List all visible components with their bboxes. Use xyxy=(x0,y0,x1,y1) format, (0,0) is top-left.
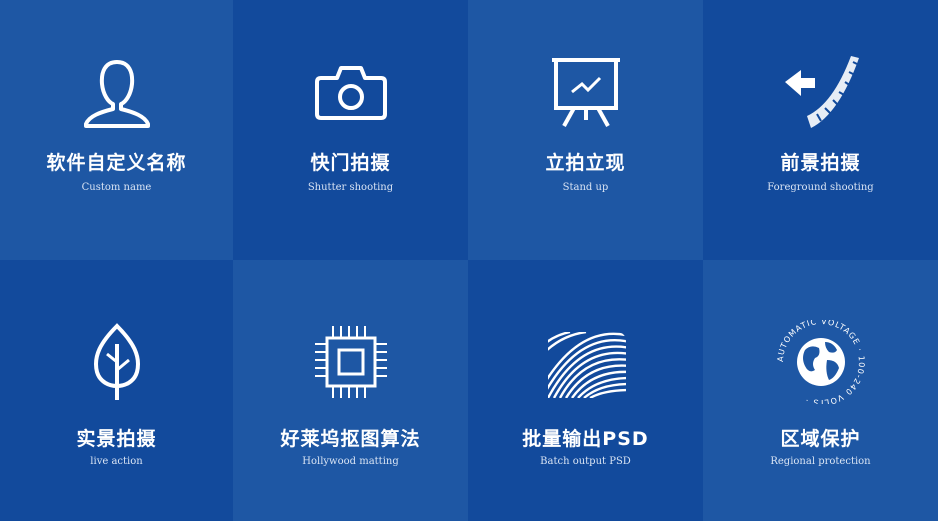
camera-icon xyxy=(311,54,391,134)
feature-subtitle: Batch output PSD xyxy=(540,456,631,467)
feature-grid: 软件自定义名称 Custom name 快门拍摄 Shutter shootin… xyxy=(0,0,938,521)
user-icon xyxy=(77,54,157,134)
feature-tile-foreground: 前景拍摄 Foreground shooting xyxy=(703,0,938,260)
feature-subtitle: Stand up xyxy=(562,182,609,193)
feature-tile-batch-psd: 批量输出PSD Batch output PSD xyxy=(468,260,703,521)
feature-title: 好莱坞抠图算法 xyxy=(280,428,421,450)
feature-title: 快门拍摄 xyxy=(310,152,391,174)
feature-tile-hollywood-matting: 好莱坞抠图算法 Hollywood matting xyxy=(233,260,468,521)
feature-tile-stand-up: 立拍立现 Stand up xyxy=(468,0,703,260)
feature-tile-custom-name: 软件自定义名称 Custom name xyxy=(0,0,233,260)
feature-title: 软件自定义名称 xyxy=(46,152,187,174)
feature-title: 实景拍摄 xyxy=(76,428,157,450)
feature-title: 立拍立现 xyxy=(545,152,626,174)
feature-subtitle: Custom name xyxy=(81,182,152,193)
feature-tile-live-action: 实景拍摄 live action xyxy=(0,260,233,521)
feature-title: 前景拍摄 xyxy=(780,152,861,174)
leaf-icon xyxy=(77,322,157,402)
feature-subtitle: Hollywood matting xyxy=(302,456,399,467)
feature-subtitle: Foreground shooting xyxy=(767,182,874,193)
feature-subtitle: live action xyxy=(90,456,143,467)
chip-icon xyxy=(311,322,391,402)
foreground-arrow-icon xyxy=(781,54,861,134)
globe-icon: AUTOMATIC VOLTAGE · 100-240 VOLTS · xyxy=(775,320,867,404)
feature-subtitle: Shutter shooting xyxy=(307,182,394,193)
feature-title: 区域保护 xyxy=(780,428,861,450)
feature-subtitle: Regional protection xyxy=(770,456,871,467)
feature-tile-regional-protection: AUTOMATIC VOLTAGE · 100-240 VOLTS · 区域保护… xyxy=(703,260,938,521)
wave-pattern-icon xyxy=(546,322,626,402)
feature-tile-shutter: 快门拍摄 Shutter shooting xyxy=(233,0,468,260)
feature-title: 批量输出PSD xyxy=(522,428,649,450)
presentation-board-icon xyxy=(546,54,626,134)
